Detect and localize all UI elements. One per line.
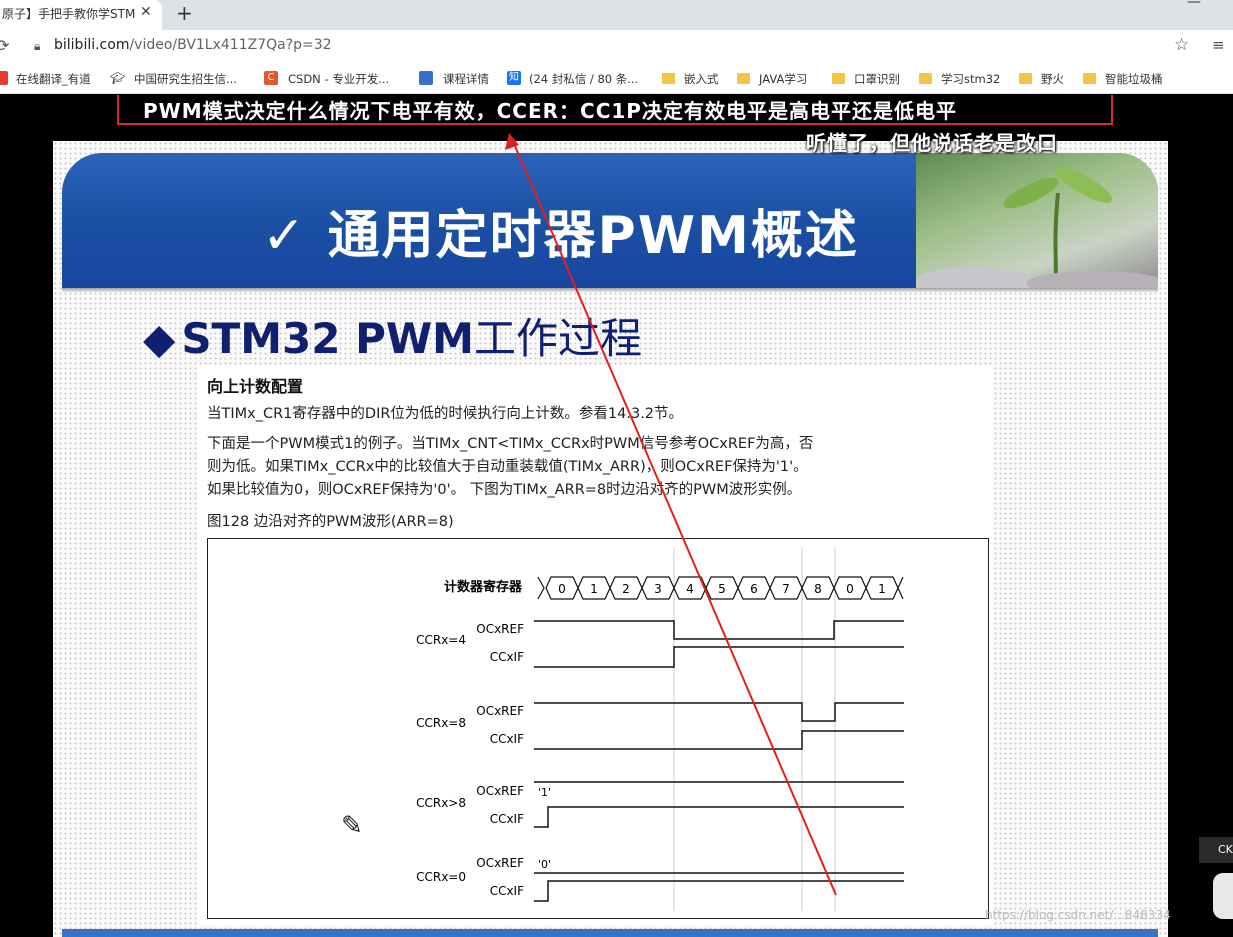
bookmark-stm32[interactable]: 学习stm32 [941, 71, 1000, 87]
zhihu-icon: 知 [507, 71, 521, 85]
video-player[interactable]: ✓ 通用定时器PWM概述 ◆ STM32 PWM工作过程 向上计数配置 当TIMx… [0, 95, 1233, 937]
folder-icon [1083, 73, 1096, 84]
close-icon[interactable]: ✕ [140, 4, 152, 20]
bookmark-course[interactable]: 课程详情 [443, 71, 489, 87]
watermark: https://blog.csdn.net/...848334 [985, 908, 1171, 922]
slide-bottom-strip [62, 929, 1158, 937]
address-toolbar: ⟳ 🔒︎ bilibili.com/video/BV1Lx411Z7Qa?p=3… [0, 30, 1233, 64]
side-panel-button[interactable]: CK [1199, 837, 1233, 863]
folder-icon [662, 73, 675, 84]
reload-icon[interactable]: ⟳ [0, 36, 9, 55]
url-host: bilibili.com [54, 37, 130, 53]
tab-title: 原子】手把手教你学STM [2, 7, 136, 21]
danmaku-line-2: 听懂了，但他说话老是改口 [806, 131, 1058, 155]
minimize-button[interactable]: — [1187, 0, 1201, 10]
address-bar[interactable]: bilibili.com/video/BV1Lx411Z7Qa?p=32 [54, 37, 332, 53]
youdao-icon [0, 71, 8, 85]
bookmark-yanzhao[interactable]: 中国研究生招生信... [134, 71, 237, 87]
bookmark-star-icon[interactable]: ☆ [1174, 35, 1189, 55]
csdn-icon: C [264, 71, 278, 85]
bookmark-youdao[interactable]: 在线翻译_有道 [16, 71, 91, 87]
bookmark-mask[interactable]: 口罩识别 [854, 71, 900, 87]
bookmark-zhihu[interactable]: (24 封私信 / 80 条... [529, 71, 638, 87]
folder-icon [737, 73, 750, 84]
course-icon [419, 71, 433, 85]
folder-icon [1019, 73, 1032, 84]
annotation-arrow [505, 133, 837, 896]
bookmark-embedded[interactable]: 嵌入式 [684, 71, 719, 87]
red-arrow-line [511, 138, 837, 896]
danmaku-line-1: PWM模式决定什么情况下电平有效，CCER：CC1P决定有效电平是高电平还是低电… [143, 99, 957, 123]
new-tab-button[interactable]: + [176, 1, 193, 25]
tab-bar: 原子】手把手教你学STM ✕ + — [0, 0, 1233, 30]
bookmark-csdn[interactable]: CSDN - 专业开发... [288, 71, 389, 87]
side-panel-handle[interactable] [1213, 873, 1233, 919]
bookmark-trashcan[interactable]: 智能垃圾桶 [1105, 71, 1163, 87]
bookmark-yehuo[interactable]: 野火 [1041, 71, 1064, 87]
url-path: /video/BV1Lx411Z7Qa?p=32 [129, 37, 332, 53]
tab-active[interactable]: 原子】手把手教你学STM ✕ [0, 0, 162, 30]
bookmarks-bar: 在线翻译_有道 🎓︎ 中国研究生招生信... C CSDN - 专业开发... … [0, 64, 1233, 94]
lock-icon[interactable]: 🔒︎ [34, 39, 40, 54]
reading-list-icon[interactable]: ≡ [1212, 36, 1225, 54]
graduation-cap-icon: 🎓︎ [110, 71, 126, 85]
folder-icon [919, 73, 932, 84]
red-arrowhead [505, 133, 519, 150]
bookmark-java[interactable]: JAVA学习 [759, 71, 807, 87]
folder-icon [832, 73, 845, 84]
